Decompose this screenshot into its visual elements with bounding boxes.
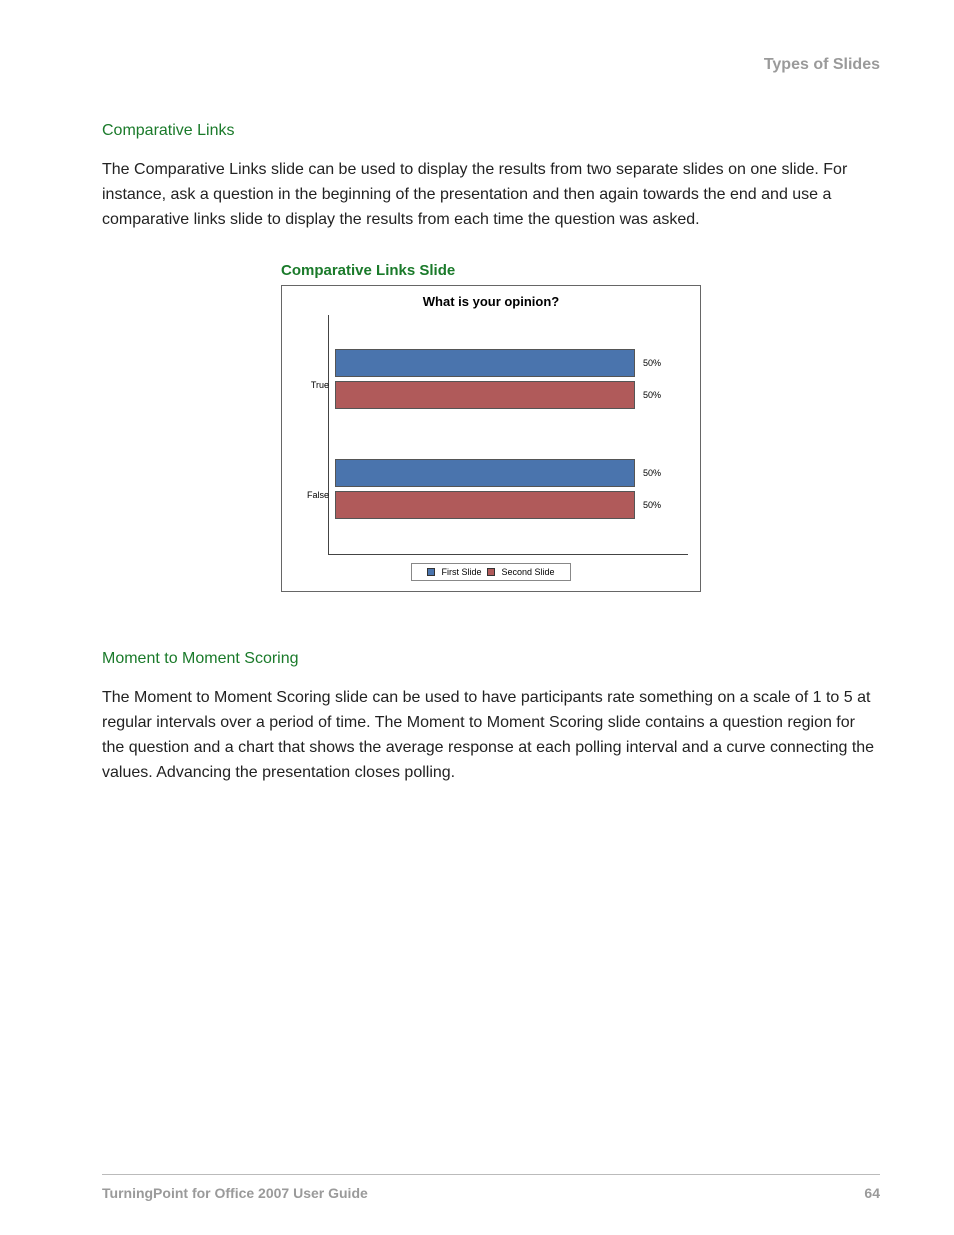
- paragraph-comparative-links: The Comparative Links slide can be used …: [102, 158, 880, 232]
- chart-category-label: True: [297, 380, 329, 390]
- footer-doc-title: TurningPoint for Office 2007 User Guide: [102, 1185, 368, 1201]
- chart-bar-value: 50%: [643, 500, 661, 510]
- page-footer: TurningPoint for Office 2007 User Guide …: [102, 1174, 880, 1201]
- chart-title: What is your opinion?: [290, 294, 692, 309]
- chart-category-label: False: [297, 490, 329, 500]
- document-page: Types of Slides Comparative Links The Co…: [0, 0, 954, 1235]
- chart-bar-first-slide: 50%: [335, 459, 635, 487]
- chart-container: What is your opinion? True 50% 50%: [281, 285, 701, 592]
- chart-bar-second-slide: 50%: [335, 381, 635, 409]
- chart-bar-value: 50%: [643, 390, 661, 400]
- figure-comparative-links: Comparative Links Slide What is your opi…: [281, 262, 701, 592]
- figure-caption: Comparative Links Slide: [281, 262, 701, 279]
- footer-page-number: 64: [864, 1185, 880, 1201]
- chart-category-true: True 50% 50%: [335, 345, 688, 425]
- heading-comparative-links: Comparative Links: [102, 122, 880, 140]
- chart-bar-second-slide: 50%: [335, 491, 635, 519]
- legend-label-second: Second Slide: [501, 567, 554, 577]
- chart-category-false: False 50% 50%: [335, 455, 688, 535]
- legend-label-first: First Slide: [441, 567, 481, 577]
- chart-legend: First Slide Second Slide: [411, 563, 571, 581]
- heading-moment-to-moment: Moment to Moment Scoring: [102, 650, 880, 668]
- paragraph-moment-to-moment: The Moment to Moment Scoring slide can b…: [102, 686, 880, 785]
- chart-plot-area: True 50% 50% False: [328, 315, 688, 555]
- chart-bar-first-slide: 50%: [335, 349, 635, 377]
- chart-bar-value: 50%: [643, 468, 661, 478]
- section-header: Types of Slides: [102, 56, 880, 74]
- chart-bar-value: 50%: [643, 358, 661, 368]
- legend-swatch-second-icon: [487, 568, 495, 576]
- legend-swatch-first-icon: [427, 568, 435, 576]
